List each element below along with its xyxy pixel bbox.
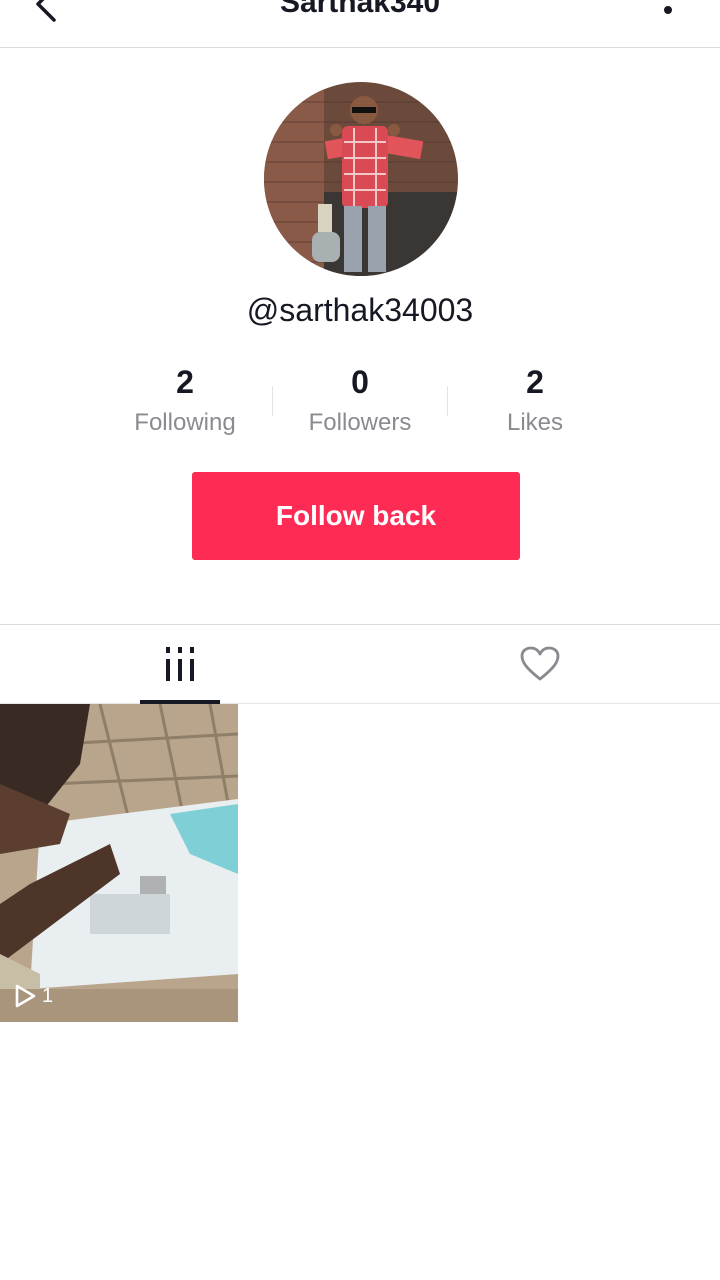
stat-likes-count: 2 (526, 364, 544, 400)
videos-grid-icon (166, 647, 194, 681)
stat-followers-count: 0 (351, 364, 369, 400)
follow-back-button[interactable]: Follow back (192, 472, 520, 560)
tab-videos[interactable] (0, 625, 360, 703)
play-count-value: 1 (42, 984, 54, 1007)
heart-icon (520, 646, 560, 681)
play-icon (15, 984, 36, 1008)
tab-liked[interactable] (360, 625, 720, 703)
play-count: 1 (14, 984, 53, 1008)
stat-followers-label: Followers (308, 409, 412, 436)
avatar-photo (264, 82, 458, 276)
top-bar: Sarthak340 (0, 0, 720, 48)
more-dots-icon[interactable] (652, 0, 684, 20)
stat-following-label: Following (134, 409, 236, 436)
profile-tabs (0, 624, 720, 704)
stat-following[interactable]: 2 Following (95, 362, 275, 440)
video-thumbnail[interactable]: 1 (0, 704, 238, 1022)
username: @sarthak34003 (246, 292, 474, 328)
stat-following-count: 2 (176, 364, 194, 400)
page-title: Sarthak340 (279, 0, 441, 19)
stat-followers[interactable]: 0 Followers (270, 362, 450, 440)
avatar[interactable] (264, 82, 458, 276)
stat-likes-label: Likes (506, 409, 564, 436)
stat-likes[interactable]: 2 Likes (445, 362, 625, 440)
video-thumbnail-image (0, 704, 238, 1022)
